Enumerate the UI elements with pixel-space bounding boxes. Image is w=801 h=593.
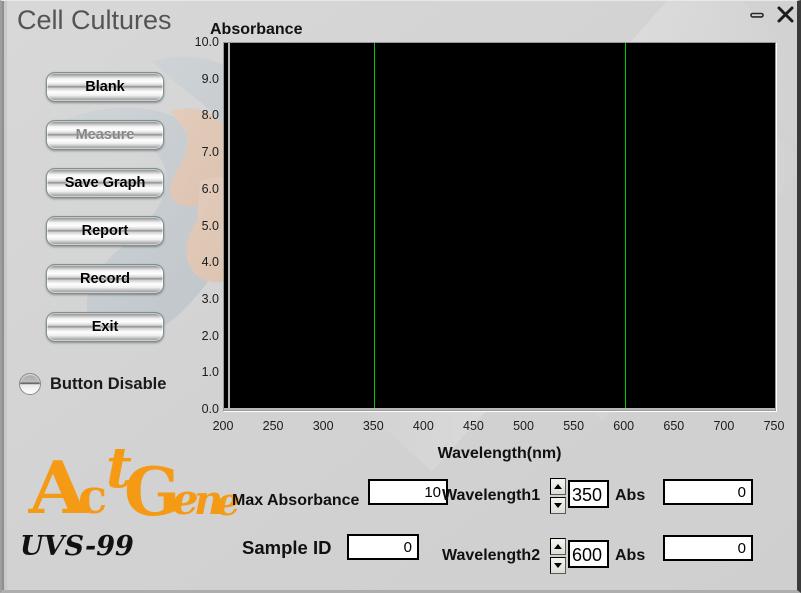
wavelength2-abs-field: 0 <box>663 535 753 561</box>
y-axis-tick: 10.0 <box>194 35 219 49</box>
x-axis-tick: 400 <box>412 419 434 433</box>
x-axis-tick: 250 <box>262 419 284 433</box>
title-bar: Cell Cultures <box>2 1 797 35</box>
model-name: UVS-99 <box>20 531 134 562</box>
brand-logo: A c t G e n e <box>20 433 241 531</box>
blank-button[interactable]: Blank <box>46 72 164 102</box>
x-axis-tick: 600 <box>613 419 635 433</box>
close-icon[interactable] <box>776 5 795 24</box>
save-graph-button-label: Save Graph <box>64 175 146 191</box>
button-disable-toggle-icon[interactable] <box>19 373 41 395</box>
window-controls <box>748 5 795 24</box>
wavelength1-label: Wavelength1 <box>442 487 541 504</box>
y-axis: 10.0 9.0 8.0 7.0 6.0 5.0 4.0 3.0 2.0 1.0 0.0 <box>185 35 219 416</box>
x-axis-label: Wavelength(nm) <box>437 445 562 462</box>
exit-button-label: Exit <box>91 319 119 335</box>
x-axis-tick: 450 <box>463 419 484 433</box>
button-disable-row[interactable]: Button Disable <box>19 373 166 395</box>
record-button-label: Record <box>80 271 130 287</box>
x-origin-cursor[interactable] <box>228 43 230 410</box>
save-graph-button[interactable]: Save Graph <box>46 168 164 198</box>
y-axis-tick: 3.0 <box>201 291 219 306</box>
x-axis-tick: 500 <box>513 419 534 433</box>
x-axis-tick: 350 <box>362 419 384 433</box>
wavelength2-abs-label: Abs <box>615 547 646 564</box>
y-axis-tick: 5.0 <box>201 218 219 233</box>
wavelength2-cursor[interactable] <box>624 43 626 410</box>
y-axis-tick: 9.0 <box>201 71 219 86</box>
x-axis-tick: 750 <box>763 419 785 433</box>
measure-button-label: Measure <box>75 127 135 143</box>
report-button-label: Report <box>81 223 129 239</box>
record-button[interactable]: Record <box>46 264 164 294</box>
wavelength2-field[interactable]: 600 <box>568 540 609 568</box>
application-window: Cell Cultures Blank Measure Save Graph R… <box>0 0 801 593</box>
x-axis-tick: 200 <box>212 419 234 433</box>
wavelength2-label: Wavelength2 <box>442 547 541 564</box>
minimize-icon[interactable] <box>748 6 766 24</box>
y-origin-cursor[interactable] <box>224 407 775 410</box>
wavelength1-abs-label: Abs <box>615 487 646 504</box>
x-axis-tick: 650 <box>663 419 685 433</box>
action-button-column: Blank Measure Save Graph Report Record E… <box>46 72 164 360</box>
y-axis-tick: 2.0 <box>201 328 219 343</box>
y-axis-tick: 1.0 <box>201 365 219 380</box>
wavelength1-field[interactable]: 350 <box>568 480 609 508</box>
exit-button[interactable]: Exit <box>46 312 164 342</box>
report-button[interactable]: Report <box>46 216 164 246</box>
y-axis-tick: 0.0 <box>201 402 219 416</box>
max-absorbance-label: Max Absorbance <box>232 492 360 509</box>
wavelength1-abs-field: 0 <box>663 479 753 505</box>
y-axis-tick: 4.0 <box>201 255 219 270</box>
plot-area[interactable] <box>223 42 776 411</box>
logo-letter-c: c <box>78 469 108 525</box>
y-axis-tick: 6.0 <box>201 181 219 196</box>
acgene-logo-icon: A c t G e n e <box>20 433 241 531</box>
page-title: Cell Cultures <box>17 5 172 35</box>
y-axis-tick: 8.0 <box>201 108 219 123</box>
y-axis-tick: 7.0 <box>201 145 219 160</box>
wavelength1-increment-icon[interactable] <box>550 478 566 495</box>
measure-button[interactable]: Measure <box>46 120 164 150</box>
wavelength1-spinner[interactable] <box>550 478 566 514</box>
x-axis-tick: 550 <box>563 419 585 433</box>
sample-id-label: Sample ID <box>242 537 332 558</box>
wavelength2-increment-icon[interactable] <box>550 538 566 555</box>
x-axis-tick: 700 <box>713 419 735 433</box>
x-axis-tick: 300 <box>312 419 334 433</box>
blank-button-label: Blank <box>85 79 125 95</box>
wavelength1-cursor[interactable] <box>374 43 376 410</box>
max-absorbance-field[interactable]: 10 <box>368 479 448 505</box>
chart-title: Absorbance <box>210 21 303 38</box>
sample-id-field[interactable]: 0 <box>347 534 419 560</box>
window-left-edge <box>2 1 7 590</box>
wavelength2-decrement-icon[interactable] <box>550 557 566 574</box>
wavelength1-decrement-icon[interactable] <box>550 497 566 514</box>
button-disable-label: Button Disable <box>50 374 167 393</box>
x-axis: 200 250 300 350 400 450 500 550 600 650 700 750 <box>213 419 785 439</box>
wavelength2-spinner[interactable] <box>550 538 566 574</box>
